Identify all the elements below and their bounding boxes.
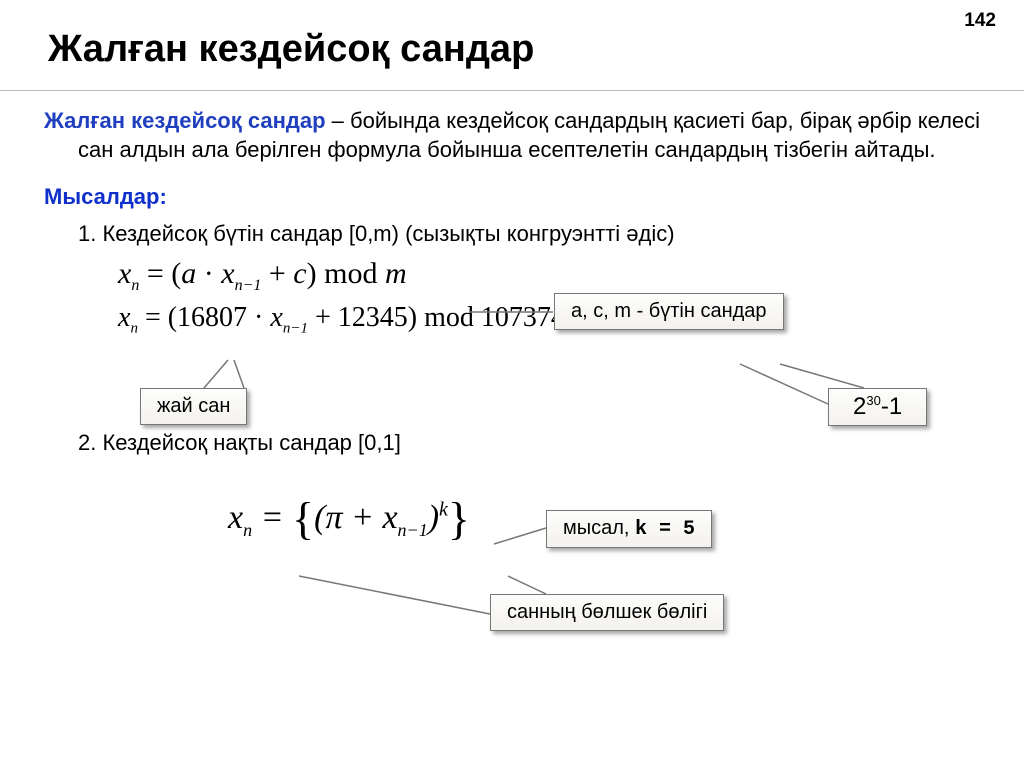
content-area: Жалған кездейсоқ сандар – бойында кездей… xyxy=(44,106,984,544)
title-divider xyxy=(0,90,1024,91)
definition-term: Жалған кездейсоқ сандар xyxy=(44,108,326,133)
formula-2: xn = (16807 · xn−1 + 12345) mod 10737418… xyxy=(118,300,984,344)
example-1-label: 1. Кездейсоқ бүтін сандар [0,m) (сызықты… xyxy=(78,219,984,248)
balloon-230-minus-1: 230-1 xyxy=(828,388,927,426)
balloon-example-k5: мысал, k = 5 xyxy=(546,510,712,548)
page-number: 142 xyxy=(964,10,996,32)
balloon-fractional-part: санның бөлшек бөлігі xyxy=(490,594,724,631)
example-2-label: 2. Кездейсоқ нақты сандар [0,1] xyxy=(78,428,984,457)
slide-title: Жалған кездейсоқ сандар xyxy=(48,28,534,71)
formula-1: xn = (a · xn−1 + c) mod m xyxy=(118,254,984,298)
definition-paragraph: Жалған кездейсоқ сандар – бойында кездей… xyxy=(44,106,984,164)
balloon-prime-number: жай сан xyxy=(140,388,247,425)
examples-label: Мысалдар: xyxy=(44,182,984,211)
balloon-acm-integers: a, c, m - бүтін сандар xyxy=(554,293,784,330)
